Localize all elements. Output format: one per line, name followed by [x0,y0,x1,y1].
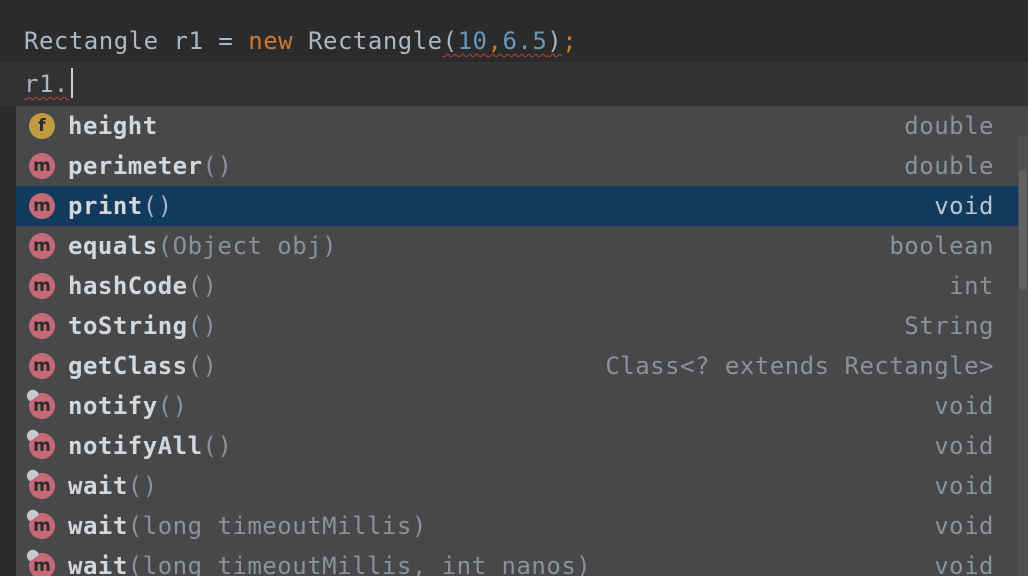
member-name: height [68,112,158,140]
error-underline: (10,6.5) [443,27,563,55]
inherited-marker-icon [24,547,40,562]
member-type: void [934,432,994,460]
member-name: notifyAll [68,432,203,460]
code-line-1[interactable]: Rectangle r1 = new Rectangle(10,6.5); [24,21,577,61]
method-icon: m [29,353,55,379]
member-type: void [934,472,994,500]
argument-2: 6.5 [502,27,548,55]
member-signature: () [187,312,218,340]
member-name: getClass [68,352,188,380]
type-name: Rectangle [24,27,159,55]
argument-comma: , [487,27,503,55]
member-name: wait [68,472,128,500]
method-icon: m [29,153,55,179]
scrollbar-thumb[interactable] [1019,170,1027,290]
completion-item-label: height [68,106,158,146]
completion-item-label: getClass() [68,346,218,386]
member-type: boolean [889,232,994,260]
method-icon: m [24,547,55,576]
member-signature: () [202,152,233,180]
member-name: wait [68,552,128,576]
completion-item[interactable]: m equals(Object obj) boolean [16,226,1018,266]
completion-item-label: equals(Object obj) [68,226,337,266]
completion-popup[interactable]: f height double m perimeter() double m print() v… [16,106,1028,576]
completion-item[interactable]: m notify() void [16,386,1018,426]
inherited-marker-icon [24,507,40,522]
member-type: void [934,512,994,540]
member-type: void [934,392,994,420]
member-signature: (long timeoutMillis, int nanos) [127,552,592,576]
member-signature: (long timeoutMillis) [127,512,427,540]
member-signature: () [187,272,218,300]
member-type: int [949,272,994,300]
completion-item[interactable]: m wait(long timeoutMillis) void [16,506,1018,546]
completion-scrollbar[interactable] [1018,136,1028,576]
member-type: Class<? extends Rectangle> [605,352,994,380]
completion-item-label: perimeter() [68,146,232,186]
member-signature: (Object obj) [157,232,338,260]
semicolon: ; [562,27,578,55]
member-name: wait [68,512,128,540]
inherited-marker-icon [24,427,40,442]
member-type: double [904,152,994,180]
argument-1: 10 [457,27,488,55]
current-line-text: r1. [24,70,69,98]
method-icon: m [29,273,55,299]
completion-item[interactable]: m wait(long timeoutMillis, int nanos) void [16,546,1018,576]
completion-item-label: notifyAll() [68,426,232,466]
member-name: toString [68,312,188,340]
completion-item[interactable]: m perimeter() double [16,146,1018,186]
member-signature: () [202,432,233,460]
method-icon: m [29,313,55,339]
method-icon: m [24,387,55,419]
method-icon: m [24,427,55,459]
inherited-marker-icon [24,467,40,482]
completion-item-label: hashCode() [68,266,218,306]
assign-operator: = [218,27,234,55]
completion-item[interactable]: m print() void [16,186,1018,226]
completion-item[interactable]: m hashCode() int [16,266,1018,306]
completion-item-label: wait(long timeoutMillis, int nanos) [68,546,591,576]
method-icon: m [24,507,55,539]
method-icon: m [24,467,55,499]
member-name: notify [68,392,158,420]
inherited-marker-icon [24,387,40,402]
completion-item[interactable]: m notifyAll() void [16,426,1018,466]
method-icon: m [29,193,55,219]
open-paren: ( [442,27,458,55]
constructor-name: Rectangle [308,27,443,55]
completion-item[interactable]: f height double [16,106,1018,146]
code-editor[interactable]: Rectangle r1 = new Rectangle(10,6.5); r1… [0,0,1028,576]
member-name: equals [68,232,158,260]
completion-item[interactable]: m toString() String [16,306,1018,346]
text-caret [70,68,73,98]
member-type: void [934,192,994,220]
completion-item[interactable]: m getClass() Class<? extends Rectangle> [16,346,1018,386]
close-paren: ) [547,27,563,55]
completion-item[interactable]: m wait() void [16,466,1018,506]
completion-item-label: wait() [68,466,158,506]
completion-item-label: notify() [68,386,188,426]
member-signature: () [127,472,158,500]
member-type: void [934,552,994,576]
member-name: perimeter [68,152,203,180]
method-icon: m [29,233,55,259]
member-signature: () [187,352,218,380]
completion-item-label: wait(long timeoutMillis) [68,506,427,546]
completion-item-label: print() [68,186,173,226]
code-line-2[interactable]: r1. [24,64,73,104]
member-type: String [904,312,994,340]
field-icon: f [29,113,55,139]
current-line-highlight [0,62,1028,106]
completion-item-label: toString() [68,306,218,346]
member-name: hashCode [68,272,188,300]
member-signature: () [157,392,188,420]
member-type: double [904,112,994,140]
variable-name: r1 [173,27,204,55]
member-name: print [68,192,143,220]
member-signature: () [142,192,173,220]
keyword-new: new [248,27,294,55]
